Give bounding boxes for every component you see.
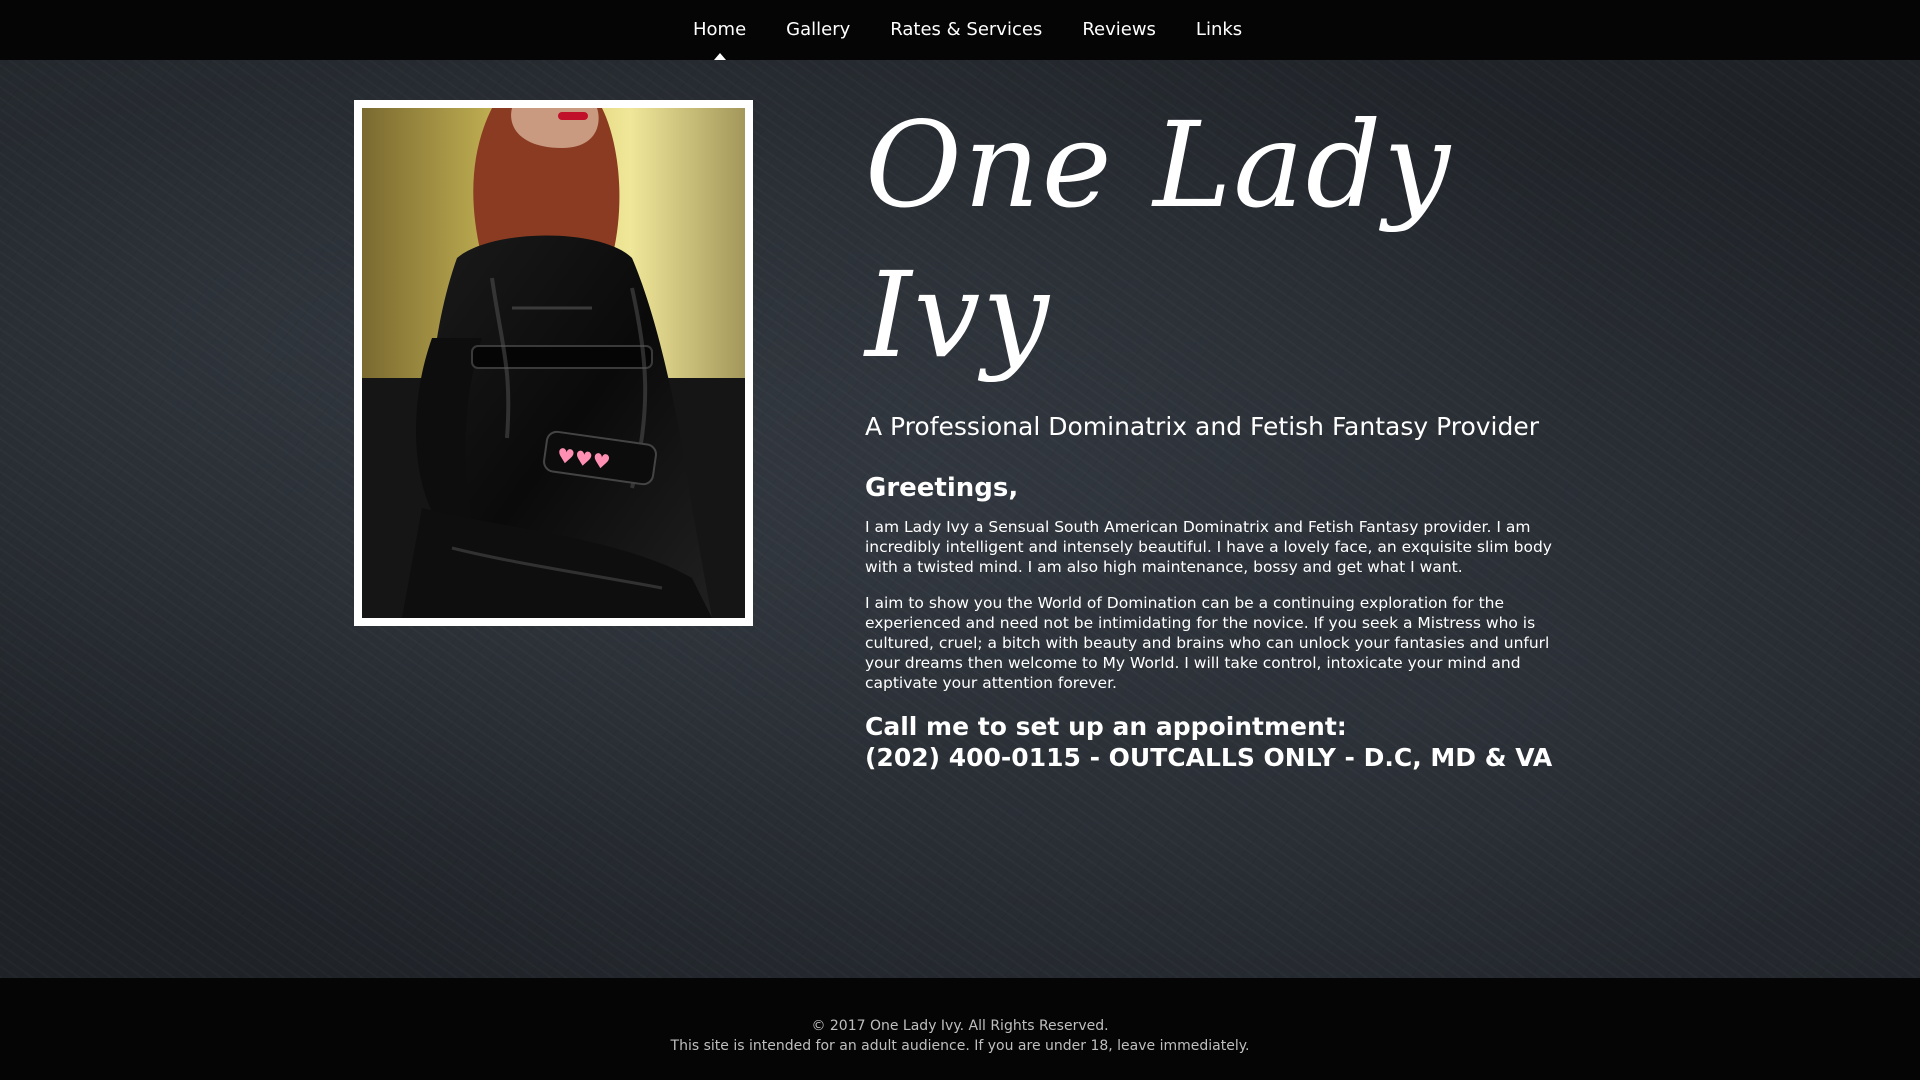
nav-item-gallery[interactable]: Gallery [786, 0, 850, 60]
appointment-heading: Call me to set up an appointment: [865, 711, 1347, 741]
tagline: A Professional Dominatrix and Fetish Fan… [865, 412, 1540, 441]
intro-paragraph: I am Lady Ivy a Sensual South American D… [865, 518, 1552, 576]
footer-age-notice: This site is intended for an adult audie… [670, 1038, 1250, 1054]
nav-item-links[interactable]: Links [1196, 0, 1242, 60]
site-title: One Lady Ivy [865, 96, 1452, 384]
profile-photo-illustration: ♥♥♥ [362, 108, 745, 618]
footer-copyright: © 2017 One Lady Ivy. All Rights Reserved… [811, 1018, 1109, 1034]
nav-item-reviews[interactable]: Reviews [1082, 0, 1156, 60]
footer: © 2017 One Lady Ivy. All Rights Reserved… [0, 978, 1920, 1080]
nav-menu: Home Gallery Rates & Services Reviews Li… [693, 0, 1282, 60]
profile-photo-frame: ♥♥♥ [354, 100, 753, 626]
greeting-heading: Greetings, [865, 473, 1019, 503]
contact-phone: (202) 400-0115 - OUTCALLS ONLY - D.C, MD… [865, 742, 1553, 772]
nav-item-home[interactable]: Home [693, 0, 746, 60]
main-content: One Lady Ivy A Professional Dominatrix a… [865, 90, 1565, 773]
appointment-callout: Call me to set up an appointment: (202) … [865, 711, 1565, 773]
nav-item-rates-services[interactable]: Rates & Services [890, 0, 1042, 60]
top-navigation: Home Gallery Rates & Services Reviews Li… [0, 0, 1920, 60]
profile-photo: ♥♥♥ [362, 108, 745, 618]
description-paragraph: I aim to show you the World of Dominatio… [865, 593, 1550, 692]
